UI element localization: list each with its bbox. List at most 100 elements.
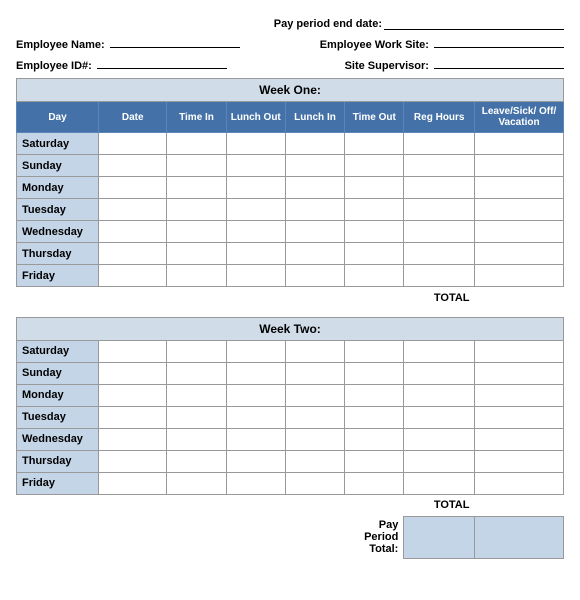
date-thursday-w2[interactable] bbox=[99, 450, 167, 472]
lunchout-thursday-w2[interactable] bbox=[226, 450, 285, 472]
timeout-sunday-w2[interactable] bbox=[345, 362, 404, 384]
date-friday-w1[interactable] bbox=[99, 265, 167, 287]
site-supervisor-input[interactable] bbox=[434, 55, 564, 69]
date-thursday-w1[interactable] bbox=[99, 243, 167, 265]
timein-wednesday-w1[interactable] bbox=[167, 221, 226, 243]
lunchout-friday-w1[interactable] bbox=[226, 265, 285, 287]
timeout-tuesday-w2[interactable] bbox=[345, 406, 404, 428]
timeout-friday-w1[interactable] bbox=[345, 265, 404, 287]
timein-monday-w1[interactable] bbox=[167, 177, 226, 199]
employee-name-input[interactable] bbox=[110, 34, 240, 48]
date-sunday-w1[interactable] bbox=[99, 155, 167, 177]
lunchout-monday-w2[interactable] bbox=[226, 384, 285, 406]
timein-friday-w1[interactable] bbox=[167, 265, 226, 287]
leave-saturday-w2[interactable] bbox=[474, 340, 563, 362]
timeout-sunday-w1[interactable] bbox=[345, 155, 404, 177]
reghours-monday-w1[interactable] bbox=[404, 177, 475, 199]
reghours-tuesday-w1[interactable] bbox=[404, 199, 475, 221]
timeout-wednesday-w1[interactable] bbox=[345, 221, 404, 243]
reghours-wednesday-w2[interactable] bbox=[404, 428, 475, 450]
timein-monday-w2[interactable] bbox=[167, 384, 226, 406]
leave-wednesday-w1[interactable] bbox=[475, 221, 564, 243]
timein-thursday-w1[interactable] bbox=[167, 243, 226, 265]
lunchin-wednesday-w2[interactable] bbox=[285, 428, 344, 450]
timein-tuesday-w1[interactable] bbox=[167, 199, 226, 221]
lunchin-saturday-w2[interactable] bbox=[285, 340, 344, 362]
lunchout-sunday-w1[interactable] bbox=[226, 155, 285, 177]
date-wednesday-w1[interactable] bbox=[99, 221, 167, 243]
leave-tuesday-w1[interactable] bbox=[475, 199, 564, 221]
timeout-thursday-w1[interactable] bbox=[345, 243, 404, 265]
reghours-saturday-w2[interactable] bbox=[404, 340, 475, 362]
date-monday-w1[interactable] bbox=[99, 177, 167, 199]
reghours-friday-w1[interactable] bbox=[404, 265, 475, 287]
reghours-friday-w2[interactable] bbox=[404, 472, 475, 494]
lunchin-wednesday-w1[interactable] bbox=[285, 221, 344, 243]
timein-wednesday-w2[interactable] bbox=[167, 428, 226, 450]
timeout-monday-w1[interactable] bbox=[345, 177, 404, 199]
reghours-saturday-w1[interactable] bbox=[404, 133, 475, 155]
leave-monday-w2[interactable] bbox=[474, 384, 563, 406]
timein-saturday-w2[interactable] bbox=[167, 340, 226, 362]
leave-sunday-w2[interactable] bbox=[474, 362, 563, 384]
lunchout-wednesday-w2[interactable] bbox=[226, 428, 285, 450]
reghours-sunday-w1[interactable] bbox=[404, 155, 475, 177]
pay-period-total-reghours[interactable] bbox=[404, 516, 475, 558]
timein-friday-w2[interactable] bbox=[167, 472, 226, 494]
date-tuesday-w1[interactable] bbox=[99, 199, 167, 221]
leave-thursday-w2[interactable] bbox=[474, 450, 563, 472]
lunchin-friday-w2[interactable] bbox=[285, 472, 344, 494]
employee-worksite-input[interactable] bbox=[434, 34, 564, 48]
reghours-wednesday-w1[interactable] bbox=[404, 221, 475, 243]
lunchin-friday-w1[interactable] bbox=[285, 265, 344, 287]
timeout-saturday-w2[interactable] bbox=[345, 340, 404, 362]
timein-thursday-w2[interactable] bbox=[167, 450, 226, 472]
lunchin-monday-w2[interactable] bbox=[285, 384, 344, 406]
leave-wednesday-w2[interactable] bbox=[474, 428, 563, 450]
reghours-tuesday-w2[interactable] bbox=[404, 406, 475, 428]
lunchout-saturday-w1[interactable] bbox=[226, 133, 285, 155]
timein-saturday-w1[interactable] bbox=[167, 133, 226, 155]
date-friday-w2[interactable] bbox=[99, 472, 167, 494]
week-two-total-value[interactable] bbox=[474, 494, 563, 516]
timein-sunday-w1[interactable] bbox=[167, 155, 226, 177]
timein-sunday-w2[interactable] bbox=[167, 362, 226, 384]
date-tuesday-w2[interactable] bbox=[99, 406, 167, 428]
lunchout-thursday-w1[interactable] bbox=[226, 243, 285, 265]
leave-monday-w1[interactable] bbox=[475, 177, 564, 199]
date-wednesday-w2[interactable] bbox=[99, 428, 167, 450]
lunchout-tuesday-w2[interactable] bbox=[226, 406, 285, 428]
reghours-monday-w2[interactable] bbox=[404, 384, 475, 406]
timeout-thursday-w2[interactable] bbox=[345, 450, 404, 472]
lunchout-monday-w1[interactable] bbox=[226, 177, 285, 199]
leave-friday-w2[interactable] bbox=[474, 472, 563, 494]
reghours-thursday-w1[interactable] bbox=[404, 243, 475, 265]
date-monday-w2[interactable] bbox=[99, 384, 167, 406]
leave-friday-w1[interactable] bbox=[475, 265, 564, 287]
lunchin-thursday-w1[interactable] bbox=[285, 243, 344, 265]
leave-tuesday-w2[interactable] bbox=[474, 406, 563, 428]
lunchin-monday-w1[interactable] bbox=[285, 177, 344, 199]
leave-thursday-w1[interactable] bbox=[475, 243, 564, 265]
lunchout-friday-w2[interactable] bbox=[226, 472, 285, 494]
lunchout-sunday-w2[interactable] bbox=[226, 362, 285, 384]
lunchout-wednesday-w1[interactable] bbox=[226, 221, 285, 243]
lunchin-thursday-w2[interactable] bbox=[285, 450, 344, 472]
pay-period-total-leave[interactable] bbox=[474, 516, 563, 558]
lunchin-sunday-w2[interactable] bbox=[285, 362, 344, 384]
lunchin-saturday-w1[interactable] bbox=[285, 133, 344, 155]
lunchin-tuesday-w2[interactable] bbox=[285, 406, 344, 428]
timein-tuesday-w2[interactable] bbox=[167, 406, 226, 428]
pay-period-input[interactable] bbox=[384, 16, 564, 30]
employee-id-input[interactable] bbox=[97, 55, 227, 69]
date-saturday-w1[interactable] bbox=[99, 133, 167, 155]
leave-saturday-w1[interactable] bbox=[475, 133, 564, 155]
reghours-sunday-w2[interactable] bbox=[404, 362, 475, 384]
timeout-friday-w2[interactable] bbox=[345, 472, 404, 494]
leave-sunday-w1[interactable] bbox=[475, 155, 564, 177]
timeout-monday-w2[interactable] bbox=[345, 384, 404, 406]
lunchout-saturday-w2[interactable] bbox=[226, 340, 285, 362]
week-one-total-value[interactable] bbox=[475, 287, 564, 309]
date-saturday-w2[interactable] bbox=[99, 340, 167, 362]
timeout-saturday-w1[interactable] bbox=[345, 133, 404, 155]
